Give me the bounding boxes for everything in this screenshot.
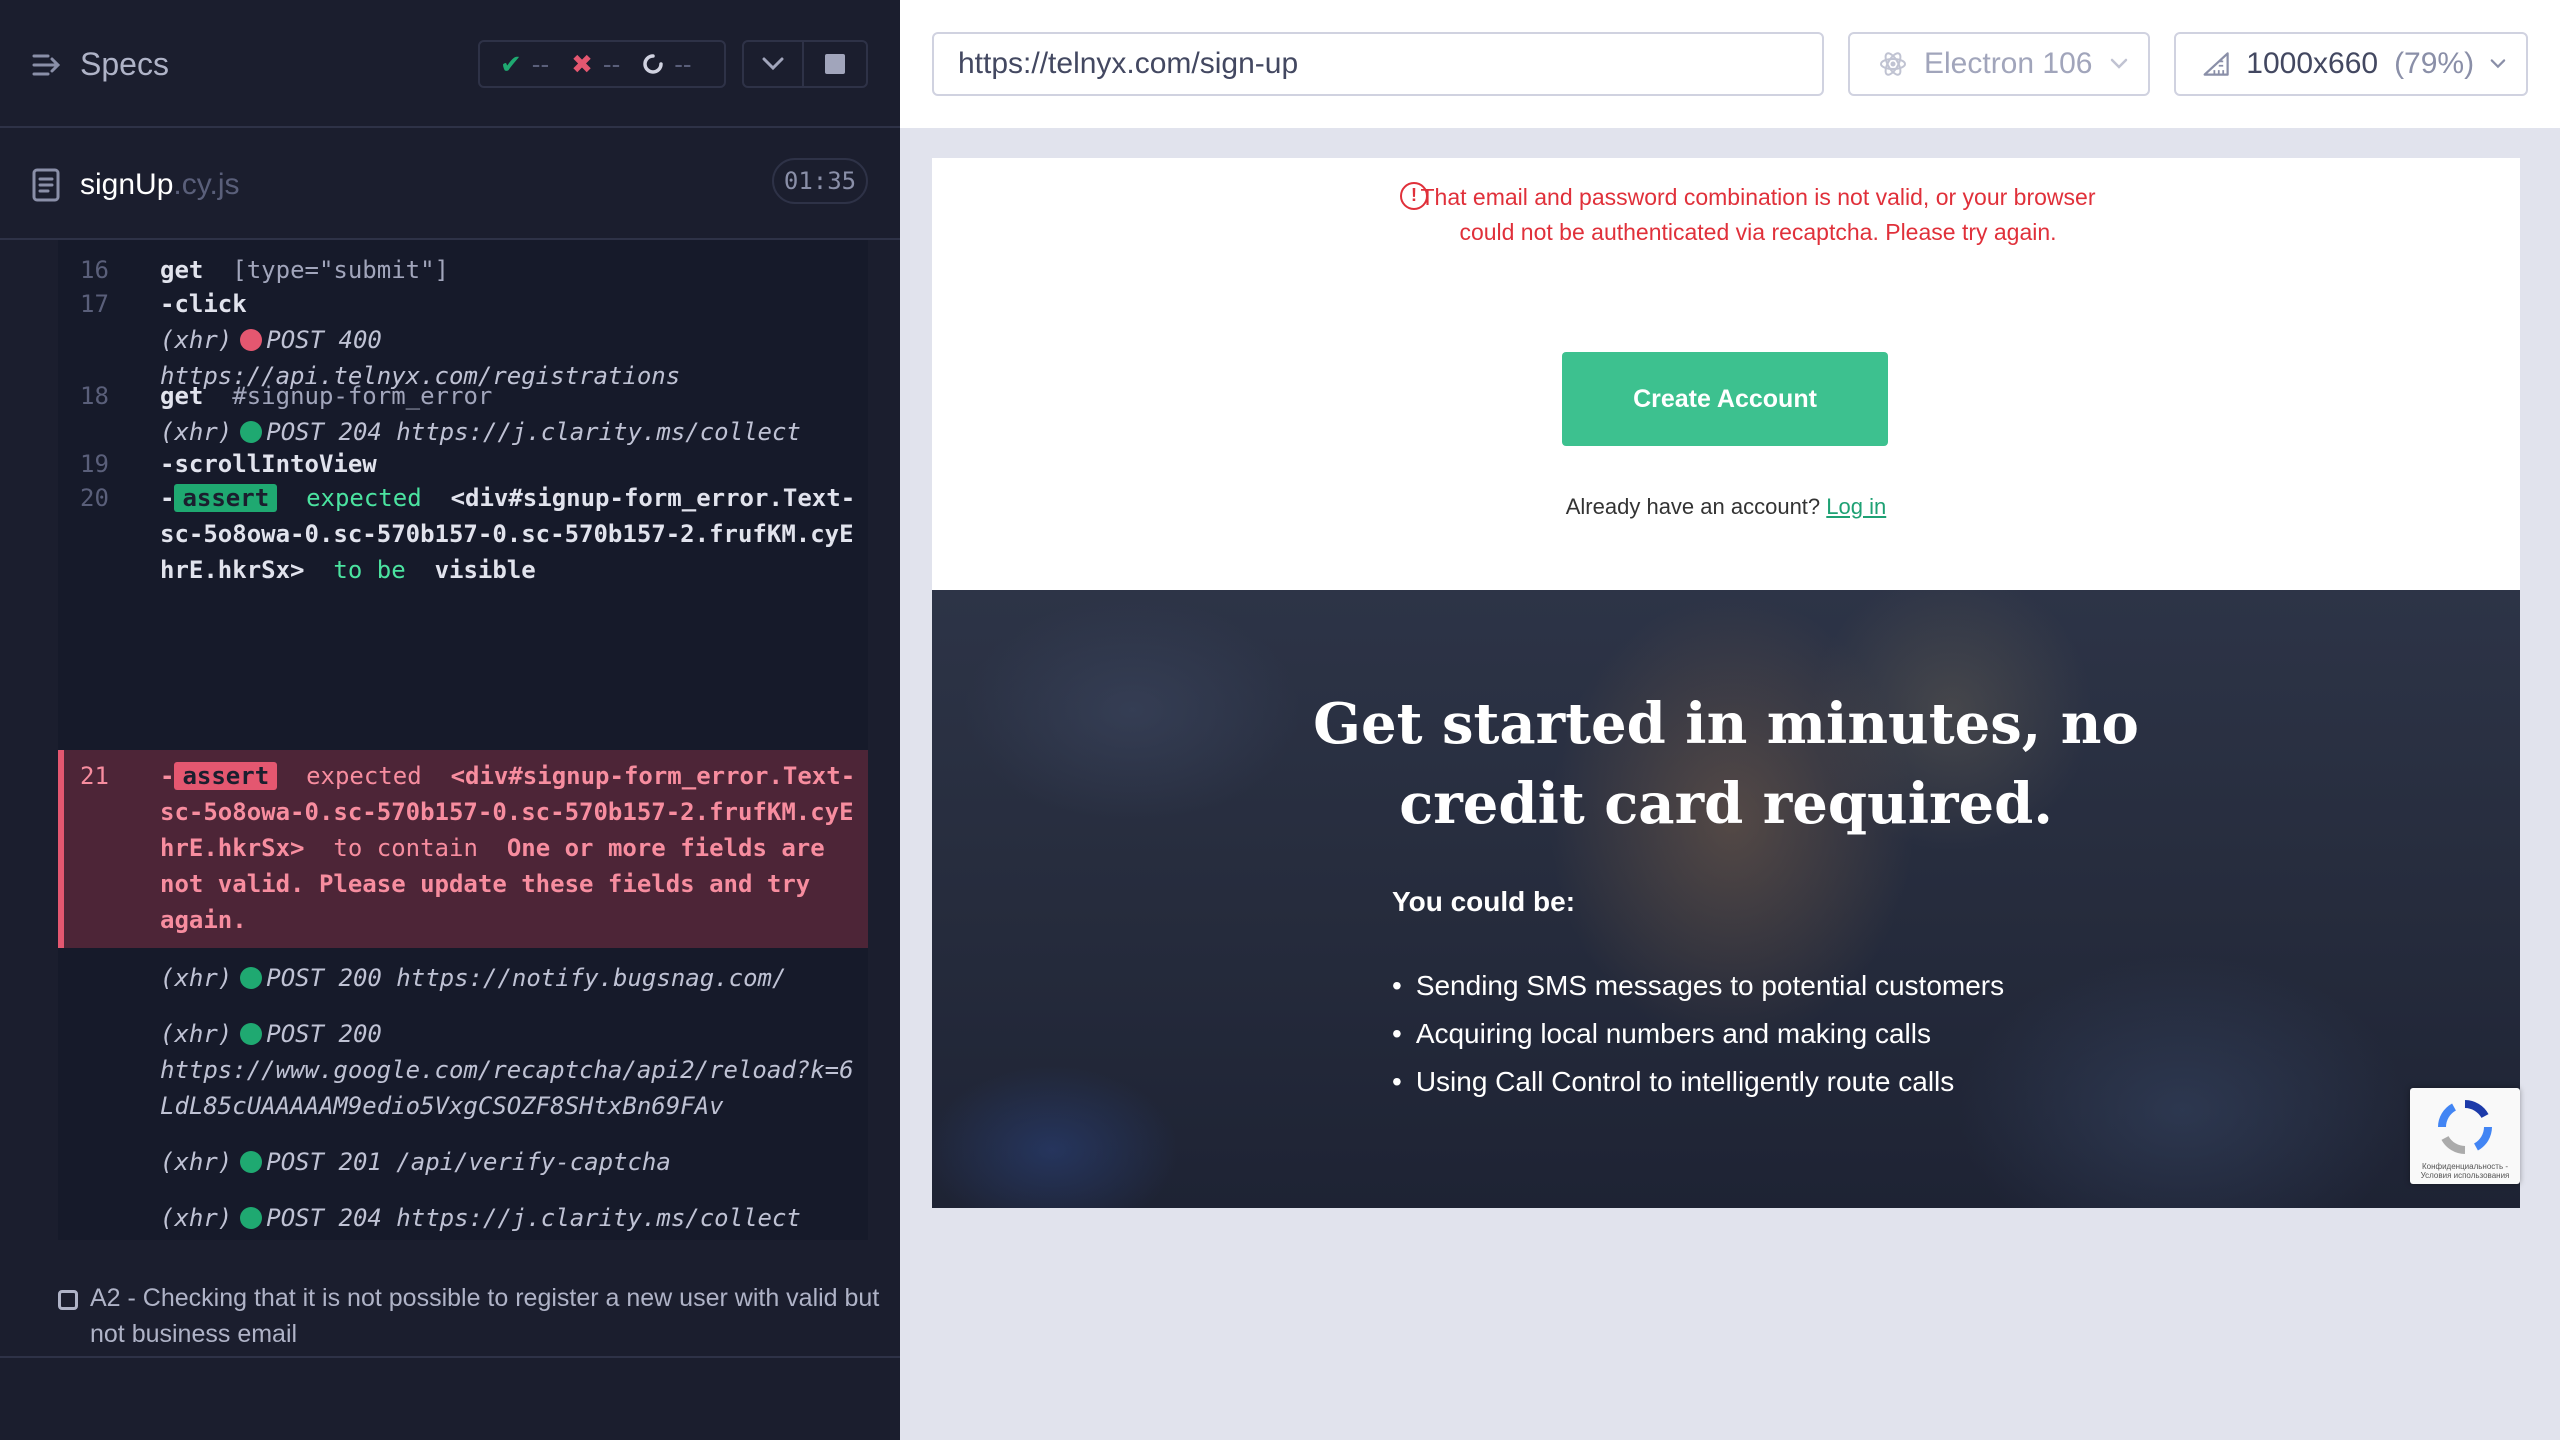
test-stats: ✔ -- ✖ -- -- xyxy=(478,40,726,88)
browser-selector[interactable]: Electron 106 xyxy=(1848,32,2150,96)
recaptcha-badge[interactable]: Конфиденциальность - Условия использован… xyxy=(2410,1088,2520,1184)
aut-toolbar: https://telnyx.com/sign-up Electron 106 … xyxy=(900,0,2560,128)
spec-file-name[interactable]: signUp.cy.js xyxy=(80,168,240,202)
list-item: Sending SMS messages to potential custom… xyxy=(1392,962,2004,1010)
status-dot-green xyxy=(240,1023,263,1045)
passed-stat: ✔ -- xyxy=(500,48,550,79)
x-icon: ✖ xyxy=(571,48,593,79)
status-dot-green xyxy=(240,1151,263,1173)
assert-badge: assert xyxy=(174,762,278,790)
specs-toggle-icon[interactable] xyxy=(32,50,62,80)
spinner-icon xyxy=(643,54,663,74)
hero-subtitle: You could be: xyxy=(1392,886,1576,917)
login-prompt: Already have an account? Log in xyxy=(1565,494,1887,519)
document-icon xyxy=(32,168,60,202)
status-dot-green xyxy=(240,1207,263,1229)
status-dot-red xyxy=(240,329,263,351)
chevron-down-icon xyxy=(2110,58,2128,69)
list-item: Using Call Control to intelligently rout… xyxy=(1392,1058,2004,1106)
chevron-down-icon xyxy=(2490,59,2506,69)
toggle-auto-scroll-button[interactable] xyxy=(742,40,804,88)
recaptcha-icon xyxy=(2438,1100,2492,1154)
command-log-panel: Specs ✔ -- ✖ -- -- signUp.cy.js 01:35 16… xyxy=(0,0,900,1440)
stop-button[interactable] xyxy=(802,40,868,88)
status-dot-green xyxy=(240,421,263,443)
pending-test-icon xyxy=(58,1290,78,1310)
spec-file-row: signUp.cy.js 01:35 xyxy=(0,128,900,240)
url-bar[interactable]: https://telnyx.com/sign-up xyxy=(932,32,1824,96)
command-list: 16 get [type="submit"] 17 -click (xhr) PO… xyxy=(58,240,868,1240)
create-account-button[interactable]: Create Account xyxy=(1562,352,1888,446)
chevron-down-icon xyxy=(762,57,784,71)
viewport-selector[interactable]: 1000x660 (79%) xyxy=(2174,32,2528,96)
login-link[interactable]: Log in xyxy=(1826,494,1886,519)
signup-form-error: That email and password combination is n… xyxy=(1420,184,2096,245)
recaptcha-text: Конфиденциальность - Условия использован… xyxy=(2420,1162,2510,1180)
electron-icon xyxy=(1880,52,1906,76)
check-icon: ✔ xyxy=(500,48,522,79)
hero-list: Sending SMS messages to potential custom… xyxy=(1392,962,2004,1106)
run-duration: 01:35 xyxy=(772,158,868,204)
assert-badge: assert xyxy=(174,484,278,512)
pending-stat: -- xyxy=(642,49,692,80)
list-item: Acquiring local numbers and making calls xyxy=(1392,1010,2004,1058)
divider xyxy=(0,1356,900,1358)
ruler-icon xyxy=(2203,52,2229,76)
hero-title: Get started in minutes, no credit card r… xyxy=(1313,691,2139,837)
hero-section: Get started in minutes, no credit card r… xyxy=(932,590,2520,1208)
app-under-test-frame: ! That email and password combination is… xyxy=(932,158,2520,1208)
aut-panel: https://telnyx.com/sign-up Electron 106 … xyxy=(900,0,2560,1440)
stop-icon xyxy=(825,54,845,74)
specs-title[interactable]: Specs xyxy=(80,46,169,83)
failed-stat: ✖ -- xyxy=(571,48,621,79)
status-dot-green xyxy=(240,967,263,989)
specs-header: Specs ✔ -- ✖ -- -- xyxy=(0,0,900,128)
